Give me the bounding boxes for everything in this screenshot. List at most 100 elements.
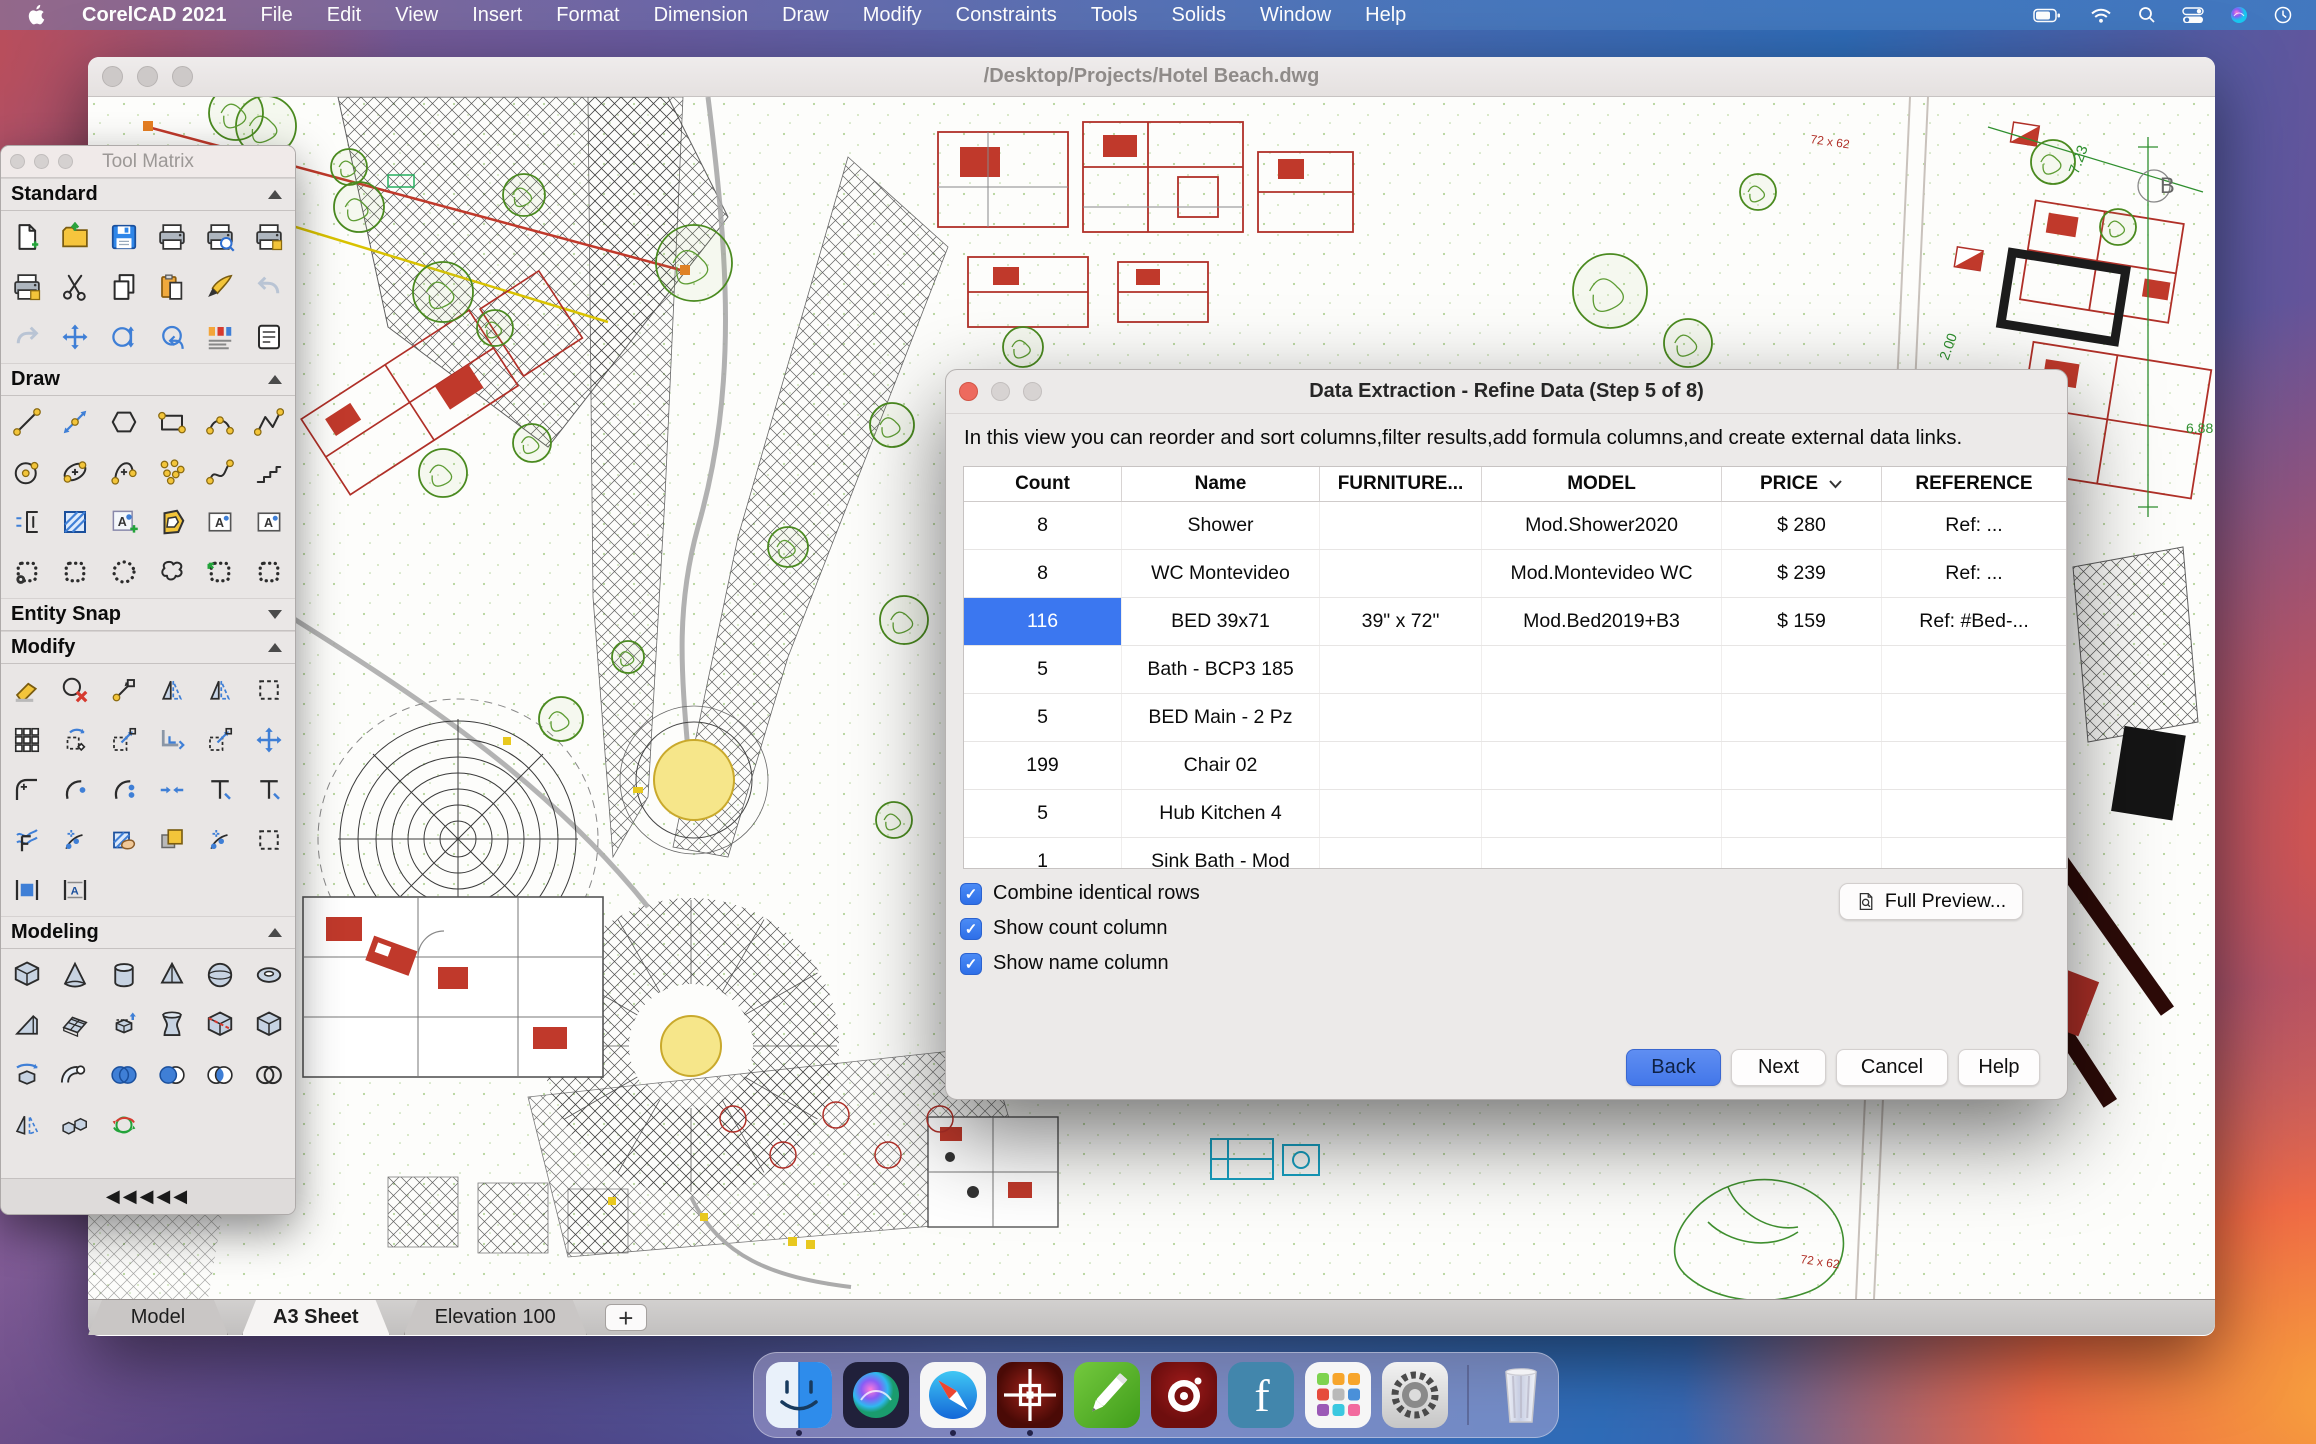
section-header-standard[interactable]: Standard [1, 178, 295, 211]
next-button[interactable]: Next [1731, 1049, 1826, 1086]
clock-icon[interactable] [2274, 6, 2292, 24]
construction-line-tool[interactable] [52, 397, 98, 447]
cell-reference[interactable] [1882, 694, 2066, 741]
arc-tool[interactable] [197, 397, 243, 447]
leader-tool[interactable]: A [246, 497, 292, 547]
dialog-titlebar[interactable]: Data Extraction - Refine Data (Step 5 of… [946, 370, 2067, 414]
apple-menu-icon[interactable] [26, 4, 48, 26]
safari-dock-icon[interactable] [920, 1362, 986, 1428]
cell-reference[interactable] [1882, 790, 2066, 837]
constrained-orbit-tool[interactable] [101, 1100, 147, 1150]
line-tool[interactable] [4, 397, 50, 447]
arc-continue-tool[interactable] [101, 447, 147, 497]
ellipse-tool[interactable] [52, 447, 98, 497]
polyline-tool[interactable] [246, 397, 292, 447]
bring-to-front-tool[interactable] [149, 815, 195, 865]
checkbox-show-name-column[interactable]: ✓Show name column [960, 952, 1169, 975]
menu-item-tools[interactable]: Tools [1091, 4, 1138, 27]
blend-tool[interactable] [101, 765, 147, 815]
cancel-button[interactable]: Cancel [1836, 1049, 1948, 1086]
cell-count[interactable]: 8 [964, 550, 1122, 597]
publish-tool[interactable] [4, 262, 50, 312]
zoom-previous-tool[interactable] [149, 312, 195, 362]
cell-model[interactable] [1482, 694, 1722, 741]
freehand-cloud-tool[interactable] [149, 547, 195, 597]
menu-item-draw[interactable]: Draw [782, 4, 829, 27]
full-preview-button[interactable]: Full Preview... [1839, 883, 2023, 920]
cell-count[interactable]: 5 [964, 790, 1122, 837]
cell-model[interactable]: Mod.Shower2020 [1482, 502, 1722, 549]
mirror-tool[interactable] [149, 665, 195, 715]
cell-name[interactable]: Hub Kitchen 4 [1122, 790, 1320, 837]
cell-name[interactable]: Bath - BCP3 185 [1122, 646, 1320, 693]
chamfer-tool[interactable] [52, 765, 98, 815]
trash-dock-icon[interactable] [1488, 1362, 1554, 1428]
resize-tool[interactable] [197, 715, 243, 765]
cell-price[interactable] [1722, 838, 1882, 868]
offset-tool[interactable] [149, 715, 195, 765]
cut-tool[interactable] [52, 262, 98, 312]
table-row-5[interactable]: 199Chair 02 [964, 742, 2066, 790]
open-tool[interactable] [52, 212, 98, 262]
table-row-7[interactable]: 1Sink Bath - Mod [964, 838, 2066, 868]
annotation-tool[interactable]: A [101, 497, 147, 547]
cell-furniture[interactable] [1320, 790, 1482, 837]
cell-name[interactable]: BED Main - 2 Pz [1122, 694, 1320, 741]
box-tool[interactable] [4, 950, 50, 1000]
save-tool[interactable] [101, 212, 147, 262]
wedge-tool[interactable] [4, 1000, 50, 1050]
column-header-name[interactable]: Name [1122, 467, 1320, 501]
cell-furniture[interactable] [1320, 646, 1482, 693]
menu-item-help[interactable]: Help [1365, 4, 1406, 27]
plot-tool[interactable] [246, 212, 292, 262]
stretch-tool[interactable] [101, 665, 147, 715]
spline-tool[interactable] [197, 447, 243, 497]
system-preferences-dock-icon[interactable] [1382, 1362, 1448, 1428]
paste-tool[interactable] [149, 262, 195, 312]
cell-name[interactable]: Sink Bath - Mod [1122, 838, 1320, 868]
edit-vertex-tool[interactable] [52, 815, 98, 865]
mirror-3d-tool[interactable] [4, 1100, 50, 1150]
cell-reference[interactable]: Ref: #Bed-... [1882, 598, 2066, 645]
trim-tool[interactable] [197, 765, 243, 815]
menu-item-modify[interactable]: Modify [863, 4, 922, 27]
table-row-4[interactable]: 5BED Main - 2 Pz [964, 694, 2066, 742]
fillet-tool[interactable] [4, 765, 50, 815]
cell-reference[interactable]: Ref: ... [1882, 550, 2066, 597]
section-header-modeling[interactable]: Modeling [1, 916, 295, 949]
rectangle-tool[interactable] [149, 397, 195, 447]
edit-hatch-tool[interactable] [101, 815, 147, 865]
cell-model[interactable] [1482, 838, 1722, 868]
menu-item-edit[interactable]: Edit [327, 4, 361, 27]
align-text-tool[interactable]: A [52, 865, 98, 915]
freehand-sketch-tool[interactable] [246, 447, 292, 497]
cell-name[interactable]: Shower [1122, 502, 1320, 549]
print-preview-tool[interactable] [197, 212, 243, 262]
circle-tool[interactable] [4, 447, 50, 497]
help-button[interactable]: Help [1958, 1049, 2040, 1086]
cell-model[interactable] [1482, 790, 1722, 837]
revolve-tool[interactable] [4, 1050, 50, 1100]
torus-tool[interactable] [246, 950, 292, 1000]
cell-reference[interactable] [1882, 646, 2066, 693]
region-tool[interactable] [149, 497, 195, 547]
copy-tool[interactable] [101, 262, 147, 312]
zoom-dynamic-tool[interactable] [101, 312, 147, 362]
media-app-dock-icon[interactable] [1151, 1362, 1217, 1428]
centerline-tool[interactable] [4, 497, 50, 547]
menu-item-constraints[interactable]: Constraints [956, 4, 1057, 27]
back-button[interactable]: Back [1626, 1049, 1721, 1086]
column-header-count[interactable]: Count [964, 467, 1122, 501]
table-row-6[interactable]: 5Hub Kitchen 4 [964, 790, 2066, 838]
cell-price[interactable] [1722, 694, 1882, 741]
cell-reference[interactable] [1882, 838, 2066, 868]
section-header-draw[interactable]: Draw [1, 363, 295, 396]
pyramid-tool[interactable] [149, 950, 195, 1000]
cell-furniture[interactable] [1320, 694, 1482, 741]
move-copy-tool[interactable] [246, 715, 292, 765]
font-app-dock-icon[interactable]: f [1228, 1362, 1294, 1428]
interference-tool[interactable] [246, 1050, 292, 1100]
mesh-tool[interactable] [52, 1000, 98, 1050]
union-tool[interactable] [101, 1050, 147, 1100]
rotate-tool[interactable] [52, 715, 98, 765]
